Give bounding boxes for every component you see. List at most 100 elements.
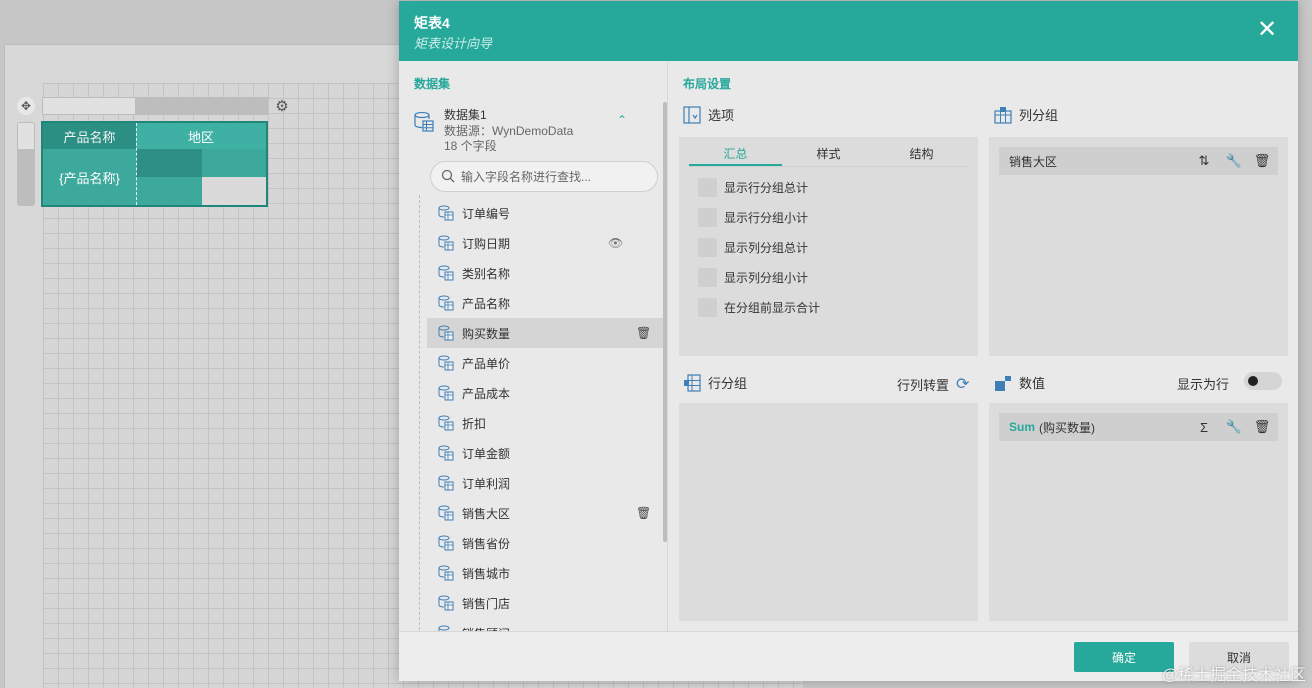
column-groups-label: 列分组	[1019, 108, 1059, 123]
refresh-icon[interactable]: ⟳	[956, 374, 969, 394]
field-item[interactable]: 产品成本	[427, 378, 667, 408]
sigma-icon[interactable]: Σ	[1196, 419, 1212, 435]
field-item[interactable]: 订购日期 👁	[427, 228, 667, 258]
field-item[interactable]: 订单利润	[427, 468, 667, 498]
column-ruler-selection	[135, 98, 267, 114]
trash-icon[interactable]: 🗑	[636, 506, 651, 520]
field-icon	[438, 595, 454, 611]
wrench-icon[interactable]: 🔧	[1226, 419, 1242, 435]
field-icon	[438, 445, 454, 461]
option-label: 在分组前显示合计	[724, 300, 821, 315]
dialog-title: 矩表4	[414, 15, 450, 31]
values-icon	[995, 375, 1011, 391]
trash-icon[interactable]: 🗑	[1254, 419, 1271, 435]
row-groups-title: 行分组	[683, 373, 747, 392]
options-box: 汇总 样式 结构 显示行分组总计 显示行分组小计 显示列分组总计 显示列分组小计…	[679, 137, 978, 356]
matrix-cell[interactable]	[202, 177, 266, 205]
field-label: 销售城市	[462, 566, 511, 581]
show-as-row-toggle[interactable]	[1244, 372, 1282, 390]
trash-icon[interactable]: 🗑	[636, 326, 651, 340]
checkbox[interactable]	[698, 207, 717, 227]
column-ruler[interactable]	[42, 97, 268, 115]
field-item[interactable]: 销售大区 🗑	[427, 498, 667, 528]
swap-rows-columns[interactable]: 行列转置 ⟳	[897, 374, 969, 394]
matrix-cell[interactable]	[136, 177, 202, 205]
field-item[interactable]: 购买数量 🗑	[427, 318, 667, 348]
field-icon	[438, 265, 454, 281]
options-icon	[683, 105, 701, 124]
checkbox[interactable]	[698, 237, 717, 257]
option-total-before-group[interactable]: 在分组前显示合计	[698, 297, 820, 317]
matrix-cell[interactable]	[202, 149, 266, 177]
option-column-group-subtotal[interactable]: 显示列分组小计	[698, 267, 808, 287]
row-groups-label: 行分组	[708, 376, 748, 391]
field-icon	[438, 535, 454, 551]
matrix-cell[interactable]	[136, 149, 202, 177]
gear-icon[interactable]: ⚙	[273, 97, 291, 115]
dataset-section-title: 数据集	[414, 77, 451, 91]
field-item[interactable]: 销售城市	[427, 558, 667, 588]
sort-icon[interactable]: ⇅	[1196, 153, 1212, 169]
matrix-table[interactable]: 产品名称 地区 {产品名称}	[41, 121, 268, 207]
field-icon	[438, 415, 454, 431]
close-icon[interactable]: ✕	[1254, 17, 1280, 43]
field-search-input[interactable]	[461, 168, 651, 186]
values-title: 数值	[994, 373, 1045, 392]
row-ruler[interactable]	[17, 122, 35, 206]
field-item[interactable]: 订单编号	[427, 198, 667, 228]
option-row-group-total[interactable]: 显示行分组总计	[698, 177, 808, 197]
field-item[interactable]: 销售省份	[427, 528, 667, 558]
field-item[interactable]: 折扣	[427, 408, 667, 438]
row-groups-icon	[684, 373, 701, 392]
option-row-group-subtotal[interactable]: 显示行分组小计	[698, 207, 808, 227]
swap-label: 行列转置	[897, 377, 950, 393]
dataset-icon	[414, 111, 434, 132]
row-ruler-selection	[18, 149, 34, 205]
tab-style[interactable]: 样式	[782, 141, 875, 166]
value-item[interactable]: Sum (购买数量) Σ 🔧 🗑	[999, 413, 1278, 441]
field-label: 订购日期	[462, 236, 511, 251]
chevron-up-icon[interactable]: ⌃	[617, 113, 627, 127]
dataset-panel: 数据集 数据集1 数据源：WynDemoData 18 个字段 ⌃ 订单编号订购…	[399, 61, 668, 631]
field-item[interactable]: 销售门店	[427, 588, 667, 618]
field-icon	[438, 235, 454, 251]
dataset-field-count: 18 个字段	[444, 139, 497, 153]
show-as-row-label: 显示为行	[1177, 377, 1230, 392]
matrix-column-header[interactable]: 地区	[136, 123, 266, 149]
field-label: 折扣	[462, 416, 487, 431]
field-icon	[438, 295, 454, 311]
dialog-subtitle: 矩表设计向导	[414, 36, 493, 51]
wrench-icon[interactable]: 🔧	[1226, 153, 1242, 169]
checkbox[interactable]	[698, 267, 717, 287]
field-item[interactable]: 产品单价	[427, 348, 667, 378]
field-label: 订单编号	[462, 206, 511, 221]
checkbox[interactable]	[698, 297, 717, 317]
move-handle-icon[interactable]: ✥	[17, 97, 35, 115]
field-item[interactable]: 类别名称	[427, 258, 667, 288]
option-column-group-total[interactable]: 显示列分组总计	[698, 237, 808, 257]
field-list-scrollbar[interactable]	[663, 102, 667, 542]
ok-button[interactable]: 确定	[1074, 642, 1174, 672]
column-groups-box: 销售大区 ⇅ 🔧 🗑	[989, 137, 1288, 356]
field-item[interactable]: 订单金额	[427, 438, 667, 468]
matrix-divider	[136, 123, 137, 205]
field-label: 产品名称	[462, 296, 511, 311]
field-item[interactable]: 销售顾问	[427, 618, 667, 631]
field-search-box[interactable]	[430, 161, 658, 192]
trash-icon[interactable]: 🗑	[1254, 153, 1271, 169]
watermark: @稀土掘金技术社区	[1161, 667, 1306, 684]
tab-summary[interactable]: 汇总	[689, 141, 782, 166]
options-tabs: 汇总 样式 结构	[689, 141, 968, 167]
field-item[interactable]: 产品名称	[427, 288, 667, 318]
tree-line	[419, 195, 420, 631]
value-field: (购买数量)	[1039, 420, 1096, 435]
dataset-name[interactable]: 数据集1	[444, 106, 487, 123]
checkbox[interactable]	[698, 177, 717, 197]
tab-structure[interactable]: 结构	[875, 141, 968, 166]
matrix-row-header[interactable]: 产品名称	[43, 123, 136, 149]
eye-icon[interactable]: 👁	[608, 236, 623, 250]
value-aggregate: Sum	[1009, 420, 1036, 434]
field-list: 订单编号订购日期 👁 类别名称产品名称购买数量 🗑 产品单价 产品成本折扣订单金额 订单利润…	[427, 198, 667, 631]
column-group-item[interactable]: 销售大区 ⇅ 🔧 🗑	[999, 147, 1278, 175]
matrix-row-field[interactable]: {产品名称}	[43, 149, 136, 205]
